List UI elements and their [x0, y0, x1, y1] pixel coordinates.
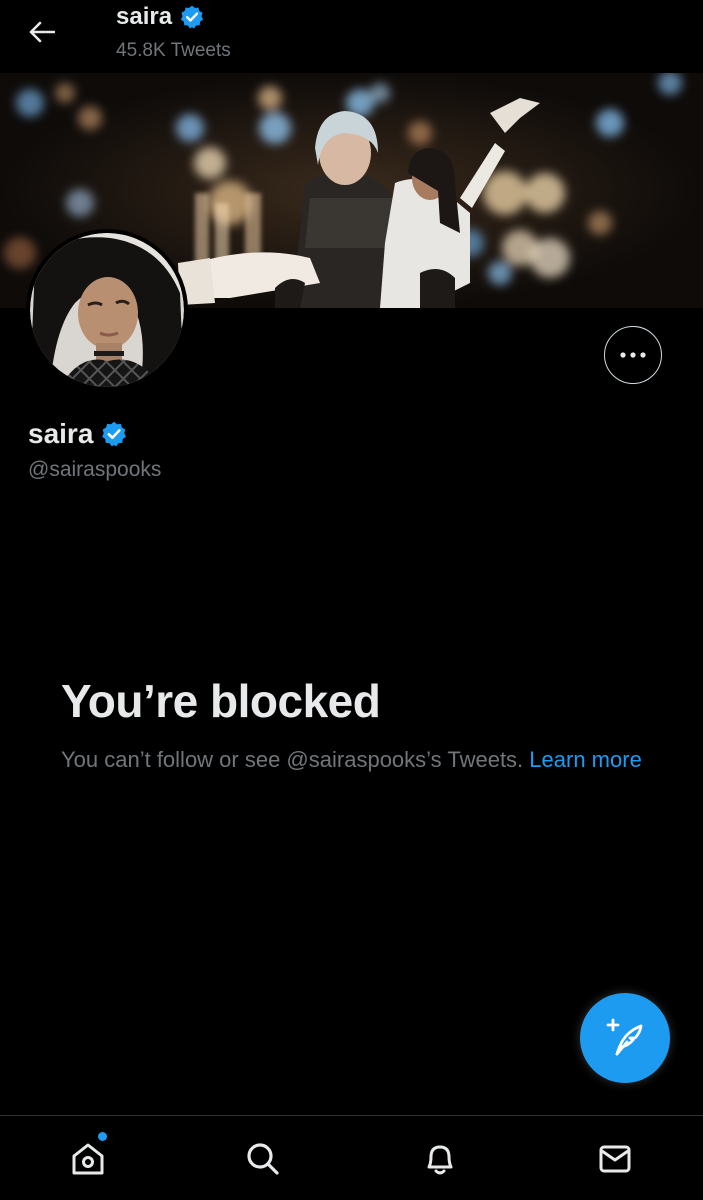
- profile-display-name: saira: [28, 418, 94, 449]
- more-horizontal-icon: [620, 352, 646, 358]
- search-icon: [247, 1143, 279, 1175]
- blocked-description-text: You can’t follow or see @sairaspooks’s T…: [61, 747, 524, 772]
- arrow-left-icon: [29, 21, 55, 43]
- profile-avatar[interactable]: [26, 229, 188, 391]
- compose-tweet-icon: [606, 1018, 643, 1056]
- avatar-image: [30, 233, 184, 387]
- verified-badge-icon: [100, 420, 128, 448]
- learn-more-link[interactable]: Learn more: [529, 747, 642, 772]
- profile-handle: @sairaspooks: [28, 458, 162, 481]
- top-header: saira 45.8K Tweets: [0, 0, 703, 73]
- header-title: saira: [116, 3, 205, 31]
- blocked-title: You’re blocked: [61, 675, 381, 727]
- nav-home[interactable]: [63, 1134, 113, 1184]
- home-icon: [72, 1143, 104, 1175]
- bottom-navigation: [0, 1115, 703, 1200]
- compose-tweet-button[interactable]: [580, 993, 670, 1083]
- nav-messages[interactable]: [590, 1134, 640, 1184]
- verified-badge-icon: [179, 4, 205, 30]
- mail-icon: [599, 1145, 631, 1173]
- blocked-description: You can’t follow or see @sairaspooks’s T…: [61, 744, 651, 776]
- header-name: saira: [116, 3, 173, 30]
- more-options-button[interactable]: [604, 326, 662, 384]
- notification-dot: [98, 1132, 107, 1141]
- bell-icon: [427, 1145, 453, 1175]
- tweet-count: 45.8K Tweets: [116, 40, 231, 61]
- back-button[interactable]: [22, 14, 62, 50]
- profile-name-row: saira: [28, 418, 128, 450]
- nav-search[interactable]: [238, 1134, 288, 1184]
- nav-notifications[interactable]: [415, 1134, 465, 1184]
